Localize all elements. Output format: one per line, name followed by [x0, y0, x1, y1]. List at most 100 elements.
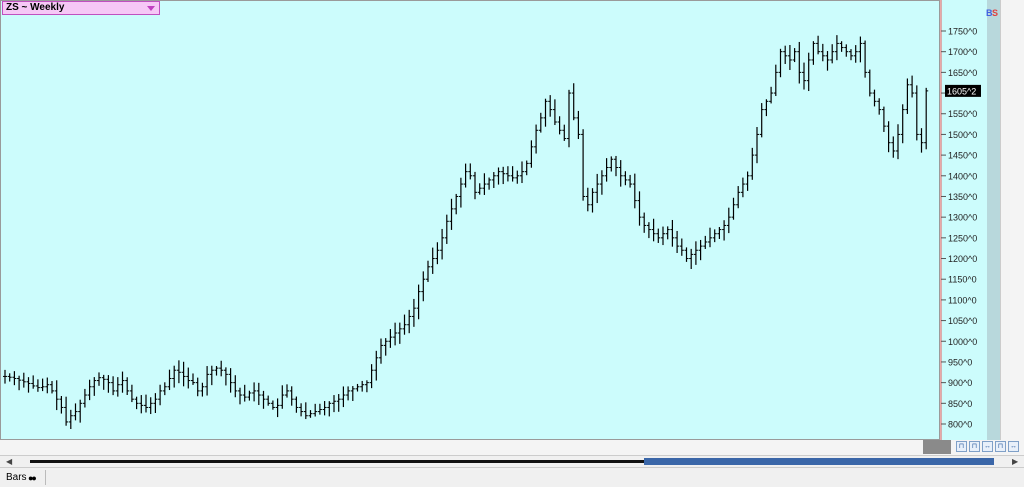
price-bar	[571, 83, 576, 121]
price-bar	[402, 314, 407, 335]
price-bar	[656, 228, 661, 243]
price-bar	[628, 174, 633, 188]
price-bar	[125, 377, 130, 396]
price-bar	[881, 106, 886, 132]
price-bar	[825, 51, 830, 71]
price-bar	[111, 376, 116, 396]
price-bar	[64, 396, 69, 426]
price-bar	[604, 158, 609, 182]
scroll-left-icon[interactable]: ◀	[6, 457, 12, 466]
price-bar	[289, 386, 294, 406]
price-bar	[421, 271, 426, 302]
price-tick-label: 1250^0	[948, 233, 977, 243]
price-bar	[642, 212, 647, 233]
price-bar	[54, 380, 59, 411]
price-bar	[195, 377, 200, 397]
price-bar	[524, 160, 529, 176]
chart-canvas: 800^0 850^0 900^0 950^0 1000^0 1050^0 1100^0 11…	[3, 0, 981, 454]
price-bar	[661, 226, 665, 246]
price-bar	[17, 375, 22, 391]
dropdown-arrow-icon[interactable]	[147, 6, 155, 11]
price-bar	[50, 381, 54, 394]
scale-icon[interactable]: ↔	[982, 441, 993, 452]
price-bar	[853, 45, 858, 63]
price-bar	[708, 227, 712, 248]
price-bar	[919, 128, 924, 153]
price-bar	[21, 372, 26, 388]
price-bar	[905, 78, 910, 114]
price-bar	[153, 393, 158, 414]
price-bar	[834, 35, 839, 61]
price-tick-label: 1750^0	[948, 27, 977, 37]
fit-icon[interactable]: ⊓	[995, 441, 1006, 452]
price-bar	[482, 173, 487, 195]
price-bar	[463, 163, 468, 188]
price-tick-label: 950^0	[948, 357, 972, 367]
price-bar	[247, 390, 252, 401]
price-bar	[266, 395, 271, 406]
chart-window: 800^0 850^0 900^0 950^0 1000^0 1050^0 1100^0 11…	[0, 0, 1024, 487]
scroll-right-icon[interactable]: ▶	[1012, 457, 1018, 466]
price-bar	[172, 365, 177, 388]
price-bar	[914, 85, 919, 141]
price-bar	[97, 372, 101, 386]
symbol-selector[interactable]: ZS ~ Weekly	[2, 1, 160, 15]
price-bar	[181, 361, 186, 387]
price-bar	[816, 35, 821, 55]
price-bar	[458, 177, 463, 208]
price-bar	[576, 110, 581, 140]
price-bar	[139, 395, 144, 414]
symbol-title: ZS ~ Weekly	[6, 2, 65, 13]
price-bar	[82, 388, 87, 408]
price-tick-label: 1650^0	[948, 68, 977, 78]
price-bar	[294, 396, 299, 413]
price-bar	[867, 69, 872, 97]
chart-style-icon[interactable]: ●●	[28, 473, 37, 483]
price-bar	[590, 188, 595, 213]
price-bar	[557, 116, 562, 135]
price-tick-label: 1000^0	[948, 337, 977, 347]
price-bar	[191, 373, 195, 385]
last-price-tag: 1605^2	[945, 84, 981, 97]
last-price-value: 1605^2	[947, 86, 976, 96]
price-bar	[538, 112, 543, 133]
price-bar	[454, 193, 459, 215]
price-bar	[534, 124, 539, 154]
divider	[45, 470, 46, 485]
price-tick-label: 1500^0	[948, 130, 977, 140]
price-bar	[148, 397, 153, 415]
sell-icon[interactable]: S	[992, 8, 998, 19]
reset-icon[interactable]: ↔	[1008, 441, 1019, 452]
price-bar	[383, 338, 388, 356]
price-bar	[491, 172, 496, 188]
price-bar	[317, 403, 322, 415]
price-bar	[68, 409, 73, 430]
price-bar	[101, 374, 106, 390]
time-axis[interactable]	[0, 440, 1024, 455]
price-bar	[270, 400, 275, 410]
price-bar	[393, 322, 398, 346]
price-bar	[637, 191, 642, 226]
price-tick-label: 1100^0	[948, 295, 977, 305]
price-bar	[209, 365, 214, 386]
price-bar	[665, 226, 670, 240]
price-bar	[444, 214, 449, 244]
scroll-thumb[interactable]	[644, 458, 994, 465]
price-bar	[411, 298, 416, 327]
chart-style-label[interactable]: Bars	[6, 472, 27, 483]
price-bar	[651, 218, 656, 242]
price-bar	[863, 40, 868, 78]
price-bar	[45, 377, 50, 394]
price-bar	[510, 166, 515, 182]
price-bar	[877, 98, 882, 115]
buy-sell-badge[interactable]: BS	[986, 8, 998, 19]
price-bar	[322, 401, 327, 416]
horizontal-scrollbar[interactable]: ◀ ▶	[0, 455, 1024, 467]
price-bar	[308, 410, 313, 418]
price-bar	[886, 121, 891, 153]
zoom-out-icon[interactable]: ⊓	[969, 441, 980, 452]
zoom-in-icon[interactable]: ⊓	[956, 441, 967, 452]
price-bar	[332, 395, 336, 413]
price-bar	[106, 375, 111, 393]
price-bar	[623, 171, 628, 186]
